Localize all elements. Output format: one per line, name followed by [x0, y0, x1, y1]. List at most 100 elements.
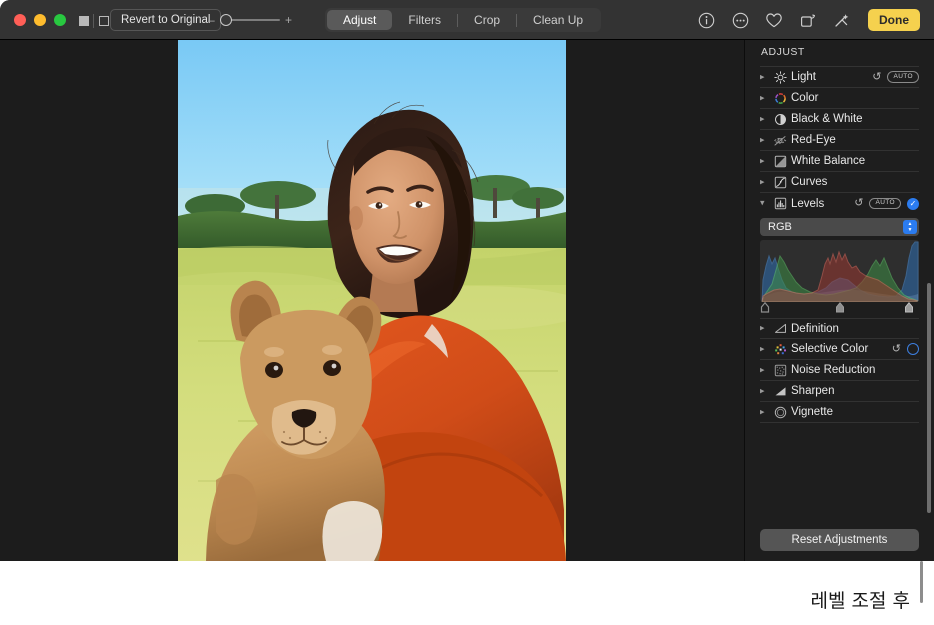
- sidebar-item-light[interactable]: ▸ Light: [760, 67, 919, 88]
- window-toolbar: Revert to Original – + Adjust Filters Cr…: [0, 0, 934, 40]
- white-balance-icon: [771, 155, 789, 168]
- levels-panel: RGB ▲▼: [760, 214, 919, 314]
- photo-image: [178, 40, 566, 561]
- favorite-icon[interactable]: [764, 10, 784, 30]
- definition-icon: [771, 322, 789, 335]
- sidebar-item-white-balance-label: White Balance: [789, 155, 919, 167]
- chevron-right-icon[interactable]: ▸: [760, 406, 771, 417]
- single-view-button[interactable]: [74, 11, 93, 30]
- sidebar-scrollbar-thumb[interactable]: [927, 283, 931, 513]
- minimize-button[interactable]: [34, 14, 46, 26]
- auto-badge[interactable]: AUTO: [869, 198, 901, 210]
- caption-text: 레벨 조절 후: [811, 586, 910, 613]
- sidebar-item-noise-reduction-label: Noise Reduction: [789, 364, 919, 376]
- view-mode-segmented-control[interactable]: [74, 11, 113, 30]
- selective-color-enabled-checkbox[interactable]: [907, 343, 919, 355]
- chevron-right-icon[interactable]: ▸: [760, 364, 771, 375]
- chevron-right-icon[interactable]: ▸: [760, 113, 771, 124]
- levels-histogram[interactable]: [760, 240, 919, 302]
- sidebar-item-black-and-white-label: Black & White: [789, 113, 919, 125]
- tab-clean-up-label: Clean Up: [533, 13, 583, 27]
- edited-photo[interactable]: [178, 40, 566, 561]
- chevron-right-icon[interactable]: ▸: [760, 155, 771, 166]
- zoom-slider-knob[interactable]: [220, 14, 232, 26]
- levels-channel-select[interactable]: RGB ▲▼: [760, 218, 919, 236]
- tab-adjust-label: Adjust: [343, 13, 376, 27]
- sidebar-item-sharpen-label: Sharpen: [789, 385, 919, 397]
- levels-icon: [771, 197, 789, 210]
- levels-enabled-checkbox[interactable]: ✓: [907, 198, 919, 210]
- revert-icon[interactable]: ↺: [854, 198, 863, 209]
- sidebar-item-vignette-label: Vignette: [789, 406, 919, 418]
- toolbar-actions: Done: [696, 8, 920, 32]
- sidebar-item-curves-label: Curves: [789, 176, 919, 188]
- callout-line: [920, 561, 923, 603]
- color-icon: [771, 92, 789, 105]
- chevron-down-icon[interactable]: ▾: [760, 198, 771, 209]
- sidebar-item-levels[interactable]: ▾ Levels: [760, 193, 919, 214]
- selective-color-controls: ↺: [892, 343, 919, 355]
- sidebar-item-levels-label: Levels: [789, 198, 854, 210]
- outline-square-icon: [99, 16, 109, 26]
- sidebar-item-sharpen[interactable]: ▸ Sharpen: [760, 381, 919, 402]
- traffic-lights: [14, 14, 66, 26]
- levels-midtone-handle[interactable]: [835, 300, 844, 311]
- sidebar-item-red-eye[interactable]: ▸ Red-Eye: [760, 130, 919, 151]
- revert-to-original-button[interactable]: Revert to Original: [110, 9, 221, 31]
- zoom-button[interactable]: [54, 14, 66, 26]
- chevron-right-icon[interactable]: ▸: [760, 134, 771, 145]
- red-eye-icon: [771, 134, 789, 147]
- levels-channel-value: RGB: [768, 221, 792, 233]
- enhance-icon[interactable]: [832, 10, 852, 30]
- levels-controls: ↺ AUTO ✓: [854, 198, 919, 210]
- chevron-right-icon[interactable]: ▸: [760, 385, 771, 396]
- sidebar-item-black-and-white[interactable]: ▸ Black & White: [760, 109, 919, 130]
- chevron-right-icon[interactable]: ▸: [760, 92, 771, 103]
- screenshot-root: Revert to Original – + Adjust Filters Cr…: [0, 0, 934, 625]
- zoom-in-label[interactable]: +: [285, 14, 292, 26]
- photo-canvas[interactable]: [0, 40, 744, 561]
- vignette-icon: [771, 406, 789, 419]
- sidebar-item-vignette[interactable]: ▸ Vignette: [760, 402, 919, 423]
- rotate-icon[interactable]: [798, 10, 818, 30]
- sidebar-item-color[interactable]: ▸ Color: [760, 88, 919, 109]
- zoom-slider[interactable]: – +: [208, 12, 292, 28]
- levels-white-point-handle[interactable]: [905, 300, 914, 311]
- sharpen-icon: [771, 385, 789, 398]
- chevron-right-icon[interactable]: ▸: [760, 176, 771, 187]
- chevron-right-icon[interactable]: ▸: [760, 323, 771, 334]
- more-icon[interactable]: [730, 10, 750, 30]
- tab-crop[interactable]: Crop: [458, 10, 516, 30]
- revert-icon[interactable]: ↺: [892, 344, 901, 355]
- close-button[interactable]: [14, 14, 26, 26]
- adjust-sidebar: ADJUST ▸: [744, 40, 934, 561]
- noise-reduction-icon: [771, 364, 789, 377]
- sidebar-item-curves[interactable]: ▸ Curves: [760, 172, 919, 193]
- revert-icon[interactable]: ↺: [872, 72, 881, 83]
- light-controls: ↺ AUTO: [872, 71, 919, 83]
- zoom-out-label[interactable]: –: [208, 14, 215, 26]
- chevron-updown-icon[interactable]: ▲▼: [903, 220, 917, 234]
- sidebar-item-selective-color-label: Selective Color: [789, 343, 892, 355]
- tab-filters-label: Filters: [408, 13, 441, 27]
- chevron-right-icon[interactable]: ▸: [760, 71, 771, 82]
- sidebar-item-selective-color[interactable]: ▸ Selective Color: [760, 339, 919, 360]
- reset-adjustments-button[interactable]: Reset Adjustments: [760, 529, 919, 551]
- tab-adjust[interactable]: Adjust: [327, 10, 392, 30]
- tab-crop-label: Crop: [474, 13, 500, 27]
- done-button[interactable]: Done: [868, 9, 920, 31]
- sidebar-item-noise-reduction[interactable]: ▸ Noise Redu: [760, 360, 919, 381]
- auto-badge[interactable]: AUTO: [887, 71, 919, 83]
- chevron-right-icon[interactable]: ▸: [760, 343, 771, 354]
- levels-black-point-handle[interactable]: [760, 300, 769, 311]
- info-icon[interactable]: [696, 10, 716, 30]
- sidebar-item-definition[interactable]: ▸ Definition: [760, 318, 919, 339]
- photos-editor-window: Revert to Original – + Adjust Filters Cr…: [0, 0, 934, 561]
- curves-icon: [771, 176, 789, 189]
- light-icon: [771, 71, 789, 84]
- edit-mode-tabs[interactable]: Adjust Filters Crop Clean Up: [325, 8, 601, 32]
- sidebar-item-white-balance[interactable]: ▸ White Balance: [760, 151, 919, 172]
- tab-clean-up[interactable]: Clean Up: [517, 10, 599, 30]
- levels-slider-row[interactable]: [760, 300, 919, 314]
- tab-filters[interactable]: Filters: [392, 10, 457, 30]
